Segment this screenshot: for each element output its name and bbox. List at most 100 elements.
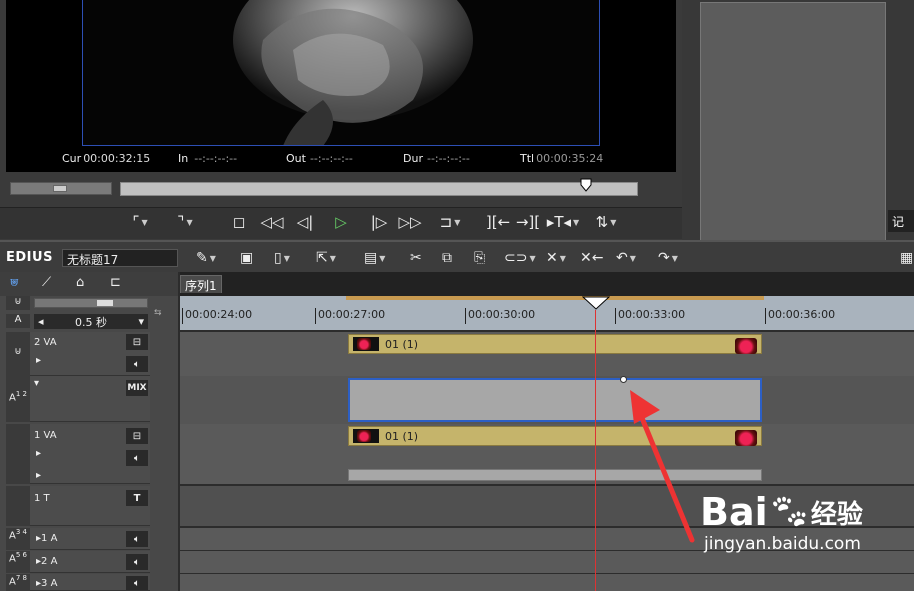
set-out-icon[interactable]: ⌝ ▼ bbox=[165, 210, 205, 234]
overwrite-icon[interactable]: ⇅ ▼ bbox=[592, 210, 620, 234]
ruler-tick bbox=[315, 308, 316, 324]
track-2va-name: 2 VA bbox=[34, 337, 57, 348]
track-1t-name: 1 T bbox=[34, 493, 50, 504]
jog-thumb[interactable] bbox=[53, 185, 67, 192]
scrub-bar[interactable] bbox=[120, 182, 638, 196]
gutter-u[interactable]: ⊍ bbox=[6, 296, 30, 310]
info-panel bbox=[700, 2, 886, 264]
new-file-icon[interactable]: ▯ ▼ bbox=[274, 247, 290, 269]
next-edit-icon[interactable]: →][ bbox=[514, 210, 542, 234]
snap-icon[interactable]: ⊏ bbox=[110, 275, 121, 290]
dur-timecode: Dur --:--:--:-- bbox=[403, 152, 470, 165]
gutter-a[interactable]: A bbox=[6, 314, 30, 328]
step-back-icon[interactable]: ◁| bbox=[292, 210, 318, 234]
ttl-timecode: Ttl 00:00:35:24 bbox=[520, 152, 603, 165]
ttl-label: Ttl bbox=[520, 152, 535, 165]
paste-icon[interactable]: ⎘ bbox=[474, 247, 485, 269]
insert-icon[interactable]: ▸T◂ ▼ bbox=[546, 210, 580, 234]
gutter-1t[interactable] bbox=[6, 486, 30, 526]
playhead-icon[interactable] bbox=[582, 296, 610, 310]
track-height-slider[interactable] bbox=[34, 298, 148, 308]
undo-icon[interactable]: ↶ ▼ bbox=[616, 247, 636, 269]
mix-badge[interactable]: MIX bbox=[126, 380, 148, 396]
expand-icon[interactable]: ▸ bbox=[36, 448, 41, 459]
ruler-label: 00:00:24:00 bbox=[185, 308, 253, 321]
delete-icon[interactable]: ✕ ▼ bbox=[546, 247, 566, 269]
in-label: In bbox=[178, 152, 189, 165]
video-frame bbox=[82, 0, 600, 146]
clip-end-thumbnail bbox=[735, 338, 757, 354]
expand-icon[interactable]: ▾ bbox=[34, 378, 39, 389]
prev-edit-icon[interactable]: ][← bbox=[484, 210, 512, 234]
track-1a-name: ▸1 A bbox=[36, 533, 58, 544]
ripple-icon[interactable]: ⇆ bbox=[154, 308, 162, 318]
tab-sequence[interactable]: 序列1 bbox=[180, 275, 222, 293]
gutter-1a[interactable]: A3 4 bbox=[6, 528, 30, 550]
play-icon[interactable]: ▷ bbox=[330, 210, 352, 234]
clip-label: 01 (1) bbox=[385, 429, 419, 443]
camera-icon[interactable]: ▣ bbox=[240, 247, 253, 269]
wand-icon[interactable]: ✎ ▼ bbox=[196, 247, 216, 269]
clip-thumbnail bbox=[353, 429, 379, 443]
watermark-brand: Bai bbox=[700, 490, 768, 534]
ruler-tick bbox=[465, 308, 466, 324]
app-brand: EDIUS bbox=[6, 250, 53, 265]
layer-icon[interactable]: ⩐ bbox=[10, 275, 18, 290]
link-icon[interactable]: ⊂⊃ ▼ bbox=[504, 247, 536, 269]
expand-icon[interactable]: ▸ bbox=[36, 470, 41, 481]
clip-2va[interactable]: 01 (1) bbox=[348, 334, 762, 354]
ruler-label: 00:00:36:00 bbox=[768, 308, 836, 321]
out-label: Out bbox=[286, 152, 306, 165]
clip-label: 01 (1) bbox=[385, 337, 419, 351]
ripple-delete-icon[interactable]: ✕← bbox=[580, 247, 603, 269]
grid-icon[interactable]: ▦ bbox=[900, 247, 913, 269]
video-mute-icon[interactable]: ⊟ bbox=[126, 428, 148, 444]
loop-icon[interactable]: ⊐ ▼ bbox=[430, 210, 470, 234]
gutter-mix[interactable]: A1 2 bbox=[6, 376, 30, 422]
gutter-3a[interactable]: A7 8 bbox=[6, 574, 30, 591]
gutter-1va[interactable] bbox=[6, 424, 30, 484]
save-icon[interactable]: ▤ ▼ bbox=[364, 247, 385, 269]
audio-icon[interactable]: 🔈︎ bbox=[126, 554, 148, 570]
preview-jog-slider[interactable] bbox=[10, 182, 112, 195]
side-tab[interactable]: 记 bbox=[888, 210, 914, 232]
zoom-select[interactable]: ◂ 0.5 秒 ▾ bbox=[34, 314, 148, 329]
ruler-tick bbox=[615, 308, 616, 324]
step-forward-icon[interactable]: |▷ bbox=[366, 210, 392, 234]
audio-icon[interactable]: 🔈︎ bbox=[126, 576, 148, 590]
fast-forward-icon[interactable]: ▷▷ bbox=[396, 210, 424, 234]
sync-icon[interactable]: ⌂ bbox=[76, 275, 84, 290]
rose-image bbox=[83, 0, 599, 145]
cut-icon[interactable]: ✂ bbox=[410, 247, 422, 269]
copy-icon[interactable]: ⧉ bbox=[442, 247, 452, 269]
gutter-2a[interactable]: A5 6 bbox=[6, 551, 30, 573]
audio-icon[interactable]: 🔈︎ bbox=[126, 450, 148, 466]
import-icon[interactable]: ⇱ ▼ bbox=[316, 247, 336, 269]
zoom-dropdown-icon[interactable]: ▾ bbox=[138, 315, 144, 328]
cur-value: 00:00:32:15 bbox=[83, 152, 151, 165]
ruler-tick bbox=[182, 308, 183, 324]
title-icon[interactable]: T bbox=[126, 490, 148, 506]
video-mute-icon[interactable]: ⊟ bbox=[126, 334, 148, 350]
annotation-arrow-icon bbox=[630, 390, 695, 543]
gutter-2va[interactable]: ⊍ bbox=[6, 332, 30, 376]
audio-icon[interactable]: 🔈︎ bbox=[126, 531, 148, 547]
ttl-value: 00:00:35:24 bbox=[536, 152, 604, 165]
track-2a-name: ▸2 A bbox=[36, 556, 58, 567]
rewind-icon[interactable]: ◁◁ bbox=[258, 210, 286, 234]
mute-tracks-icon[interactable]: ⟋ bbox=[42, 275, 51, 290]
expand-icon[interactable]: ▸ bbox=[36, 355, 41, 366]
zoom-left-icon[interactable]: ◂ bbox=[38, 315, 44, 328]
watermark: Bai 🐾︎ 经验 jingyan.baidu.com bbox=[700, 490, 900, 580]
set-in-icon[interactable]: ⌜ ▼ bbox=[120, 210, 160, 234]
cur-label: Cur bbox=[62, 152, 82, 165]
clip-end-thumbnail bbox=[735, 430, 757, 446]
ruler-label: 00:00:30:00 bbox=[468, 308, 536, 321]
project-name: 无标题17 bbox=[62, 249, 178, 267]
watermark-brand2: 经验 bbox=[810, 499, 863, 530]
redo-icon[interactable]: ↷ ▼ bbox=[658, 247, 678, 269]
audio-icon[interactable]: 🔈︎ bbox=[126, 356, 148, 372]
stop-icon[interactable]: ◻ bbox=[228, 210, 250, 234]
ruler-label: 00:00:33:00 bbox=[618, 308, 686, 321]
scrub-handle-icon[interactable] bbox=[580, 178, 592, 194]
